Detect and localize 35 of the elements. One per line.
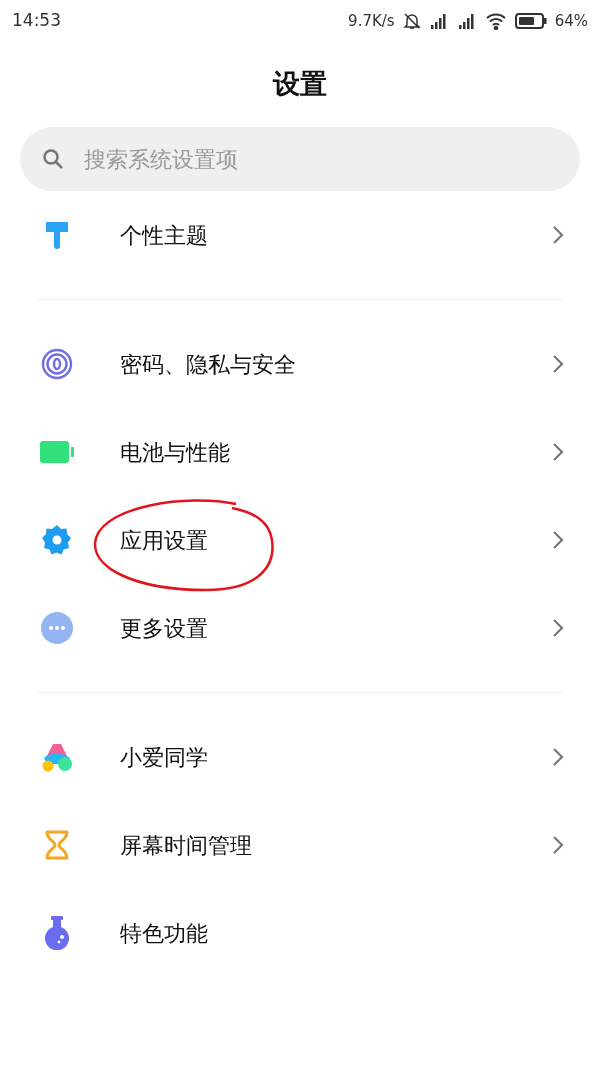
settings-row[interactable]: 更多设置 — [0, 584, 600, 672]
signal-icon — [428, 12, 449, 30]
assistant-logo-icon — [41, 742, 73, 772]
row-label: 小爱同学 — [120, 743, 209, 772]
settings-row[interactable]: 小爱同学 — [0, 713, 600, 801]
settings-row[interactable]: 个性主题 — [0, 191, 600, 279]
settings-row[interactable]: 应用设置 — [0, 496, 600, 584]
row-label: 应用设置 — [120, 526, 209, 555]
page-title: 设置 — [273, 67, 327, 102]
row-label: 屏幕时间管理 — [120, 831, 253, 860]
paintbrush-icon — [44, 220, 70, 250]
battery-percent: 64% — [554, 10, 588, 32]
battery-icon — [514, 13, 547, 29]
flask-icon — [42, 916, 72, 950]
row-label: 密码、隐私与安全 — [120, 350, 297, 379]
settings-row[interactable]: 密码、隐私与安全 — [0, 320, 600, 408]
row-label: 电池与性能 — [120, 438, 231, 467]
battery-icon — [40, 441, 74, 463]
network-speed: 9.7K/s — [348, 10, 395, 32]
bell-muted-icon — [402, 12, 421, 30]
row-label: 个性主题 — [120, 221, 209, 250]
row-label: 更多设置 — [120, 614, 209, 643]
signal-icon — [456, 12, 477, 30]
search-icon — [42, 148, 64, 170]
row-label: 特色功能 — [120, 919, 209, 948]
settings-row[interactable]: 电池与性能 — [0, 408, 600, 496]
gear-icon — [41, 524, 73, 556]
search-field[interactable]: 搜索系统设置项 — [20, 127, 580, 191]
more-icon — [41, 612, 73, 644]
hourglass-icon — [44, 830, 70, 860]
settings-row[interactable]: 特色功能 — [0, 889, 600, 977]
wifi-icon — [484, 12, 507, 30]
status-time: 14:53 — [12, 9, 61, 33]
fingerprint-icon — [41, 348, 73, 380]
settings-row[interactable]: 屏幕时间管理 — [0, 801, 600, 889]
